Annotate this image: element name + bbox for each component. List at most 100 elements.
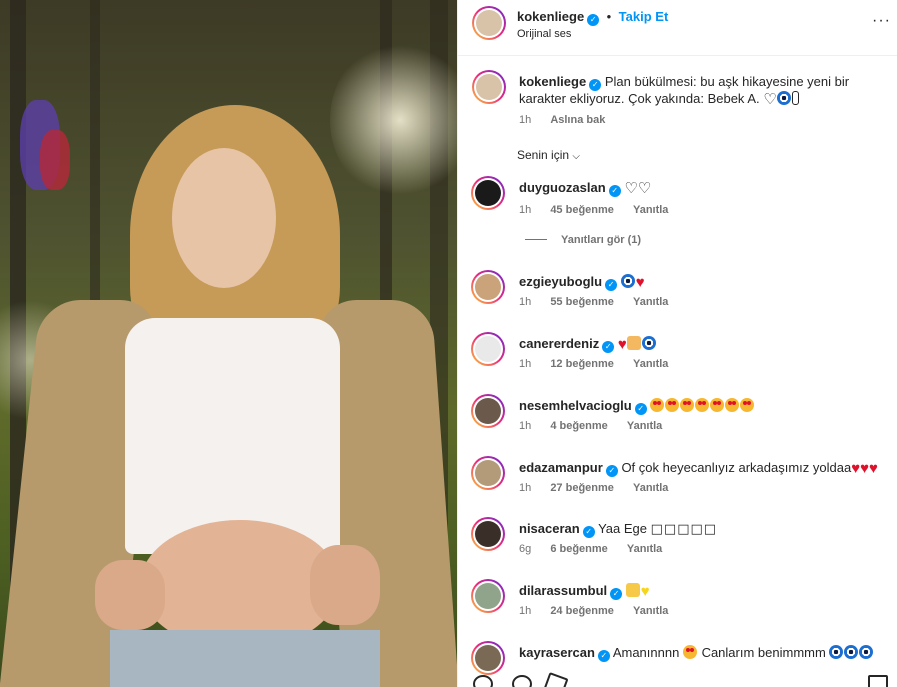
comment-body: Of çok heyecanlıyız arkadaşımız yoldaa xyxy=(621,460,852,475)
share-icon[interactable] xyxy=(543,672,569,687)
commenter-username[interactable]: kayrasercan xyxy=(519,645,595,660)
commenter-username[interactable]: nesemhelvacioglu xyxy=(519,398,632,413)
comment-likes[interactable]: 4 beğenme xyxy=(550,420,607,432)
raised-hands-icon xyxy=(626,336,641,350)
commenter-username[interactable]: duyguozaslan xyxy=(519,180,606,195)
dot-separator: • xyxy=(606,9,612,24)
comment-text: duyguozaslan ✓ ♡♡ xyxy=(519,180,889,197)
red-heart-icon: ♥ xyxy=(860,460,870,477)
comment-meta: 1h 55 beğenme Yanıtla xyxy=(519,296,684,308)
missing-glyph-boxes: □□□□□ xyxy=(650,522,718,537)
comment-meta: 1h 27 beğenme Yanıtla xyxy=(519,482,684,494)
translation-link[interactable]: Aslına bak xyxy=(550,114,605,126)
commenter-username[interactable]: dilarassumbul xyxy=(519,583,607,598)
heart-eyes-icon xyxy=(725,398,740,412)
verified-icon: ✓ xyxy=(608,185,621,197)
follow-button[interactable]: Takip Et xyxy=(619,9,669,24)
comment-meta: 1h 24 beğenme Yanıtla xyxy=(519,605,684,617)
reply-button[interactable]: Yanıtla xyxy=(633,605,668,617)
comment-likes[interactable]: 6 beğenme xyxy=(550,543,607,555)
red-heart-icon: ♥ xyxy=(851,460,861,477)
reply-button[interactable]: Yanıtla xyxy=(627,543,662,555)
nazar-icon xyxy=(641,336,656,350)
post-header: kokenliege ✓ • Takip Et Orijinal ses ··· xyxy=(458,0,897,56)
commenter-avatar[interactable] xyxy=(471,332,505,366)
more-options-icon[interactable]: ··· xyxy=(872,12,891,30)
author-avatar[interactable] xyxy=(472,6,506,40)
commenter-avatar[interactable] xyxy=(471,641,505,675)
heart-eyes-icon xyxy=(650,398,665,412)
comment-time: 1h xyxy=(519,482,532,494)
comment-time: 1h xyxy=(519,296,532,308)
verified-icon: ✓ xyxy=(602,341,615,353)
view-replies-button[interactable]: Yanıtları gör (1) xyxy=(525,234,641,246)
heart-outline-icon: ♡ xyxy=(763,91,777,108)
comment-likes[interactable]: 27 beğenme xyxy=(550,482,614,494)
commenter-username[interactable]: canererdeniz xyxy=(519,336,599,351)
heart-eyes-icon xyxy=(680,398,695,412)
like-icon[interactable] xyxy=(473,675,493,687)
caption-meta: 1h Aslına bak xyxy=(519,114,621,126)
comment-meta: 1h 12 beğenme Yanıtla xyxy=(519,358,684,370)
heart-eyes-icon xyxy=(740,398,755,412)
comment-filter[interactable]: Senin için ⌵ xyxy=(517,148,580,162)
verified-icon: ✓ xyxy=(610,588,623,600)
photo-hand xyxy=(95,560,165,630)
commenter-avatar[interactable] xyxy=(471,456,505,490)
comment-likes[interactable]: 24 beğenme xyxy=(550,605,614,617)
chevron-down-icon: ⌵ xyxy=(572,151,580,162)
commenter-avatar[interactable] xyxy=(471,176,505,210)
photo-flag xyxy=(40,130,70,190)
photo-jeans xyxy=(110,630,380,687)
save-icon[interactable] xyxy=(868,675,888,687)
comment-meta: 6g 6 beğenme Yanıtla xyxy=(519,543,678,555)
comment-likes[interactable]: 55 beğenme xyxy=(550,296,614,308)
post-photo[interactable] xyxy=(0,0,457,687)
commenter-username[interactable]: edazamanpur xyxy=(519,460,603,475)
comment-filter-label: Senin için xyxy=(517,148,570,162)
verified-icon: ✓ xyxy=(587,14,600,26)
reply-button[interactable]: Yanıtla xyxy=(633,482,668,494)
comment-time: 1h xyxy=(519,358,532,370)
nazar-icon xyxy=(859,645,874,659)
comment-time: 1h xyxy=(519,605,532,617)
nazar-icon xyxy=(829,645,844,659)
caption-username[interactable]: kokenliege xyxy=(519,74,586,89)
comment-body: Amanınnnn xyxy=(612,645,680,660)
commenter-username[interactable]: ezgieyuboglu xyxy=(519,274,602,289)
reply-button[interactable]: Yanıtla xyxy=(633,204,668,216)
caption-avatar[interactable] xyxy=(472,70,506,104)
red-heart-icon: ♥ xyxy=(869,460,878,477)
commenter-username[interactable]: nisaceran xyxy=(519,521,580,536)
caption-time: 1h xyxy=(519,114,532,126)
red-heart-icon: ♥ xyxy=(635,274,645,291)
reply-button[interactable]: Yanıtla xyxy=(627,420,662,432)
verified-icon: ✓ xyxy=(589,79,602,91)
heart-outline-icon: ♡ xyxy=(637,180,652,197)
heart-eyes-icon xyxy=(710,398,725,412)
comment-icon[interactable] xyxy=(512,675,532,687)
photo-face xyxy=(172,148,276,288)
photo-hand xyxy=(310,545,380,625)
reply-button[interactable]: Yanıtla xyxy=(633,358,668,370)
comment-time: 1h xyxy=(519,204,532,216)
comment-text: nisaceran ✓ Yaa Ege □□□□□ xyxy=(519,521,889,538)
author-username[interactable]: kokenliege xyxy=(517,9,584,24)
heart-eyes-icon xyxy=(695,398,710,412)
commenter-avatar[interactable] xyxy=(471,270,505,304)
baby-bottle-icon xyxy=(791,91,799,105)
photo-light xyxy=(330,40,457,200)
action-bar xyxy=(458,672,897,687)
commenter-avatar[interactable] xyxy=(471,394,505,428)
comment-text: ezgieyuboglu ✓ ♥ xyxy=(519,274,889,291)
commenter-avatar[interactable] xyxy=(471,579,505,613)
nazar-icon xyxy=(776,91,791,105)
commenter-avatar[interactable] xyxy=(471,517,505,551)
caption-text: kokenliege ✓ Plan bükülmesi: bu aşk hikay… xyxy=(519,74,889,108)
view-replies-label: Yanıtları gör (1) xyxy=(561,234,642,246)
comment-text: dilarassumbul ✓ ♥ xyxy=(519,583,889,600)
comment-likes[interactable]: 12 beğenme xyxy=(550,358,614,370)
comment-likes[interactable]: 45 beğenme xyxy=(550,204,614,216)
audio-label[interactable]: Orijinal ses xyxy=(517,28,571,40)
reply-button[interactable]: Yanıtla xyxy=(633,296,668,308)
